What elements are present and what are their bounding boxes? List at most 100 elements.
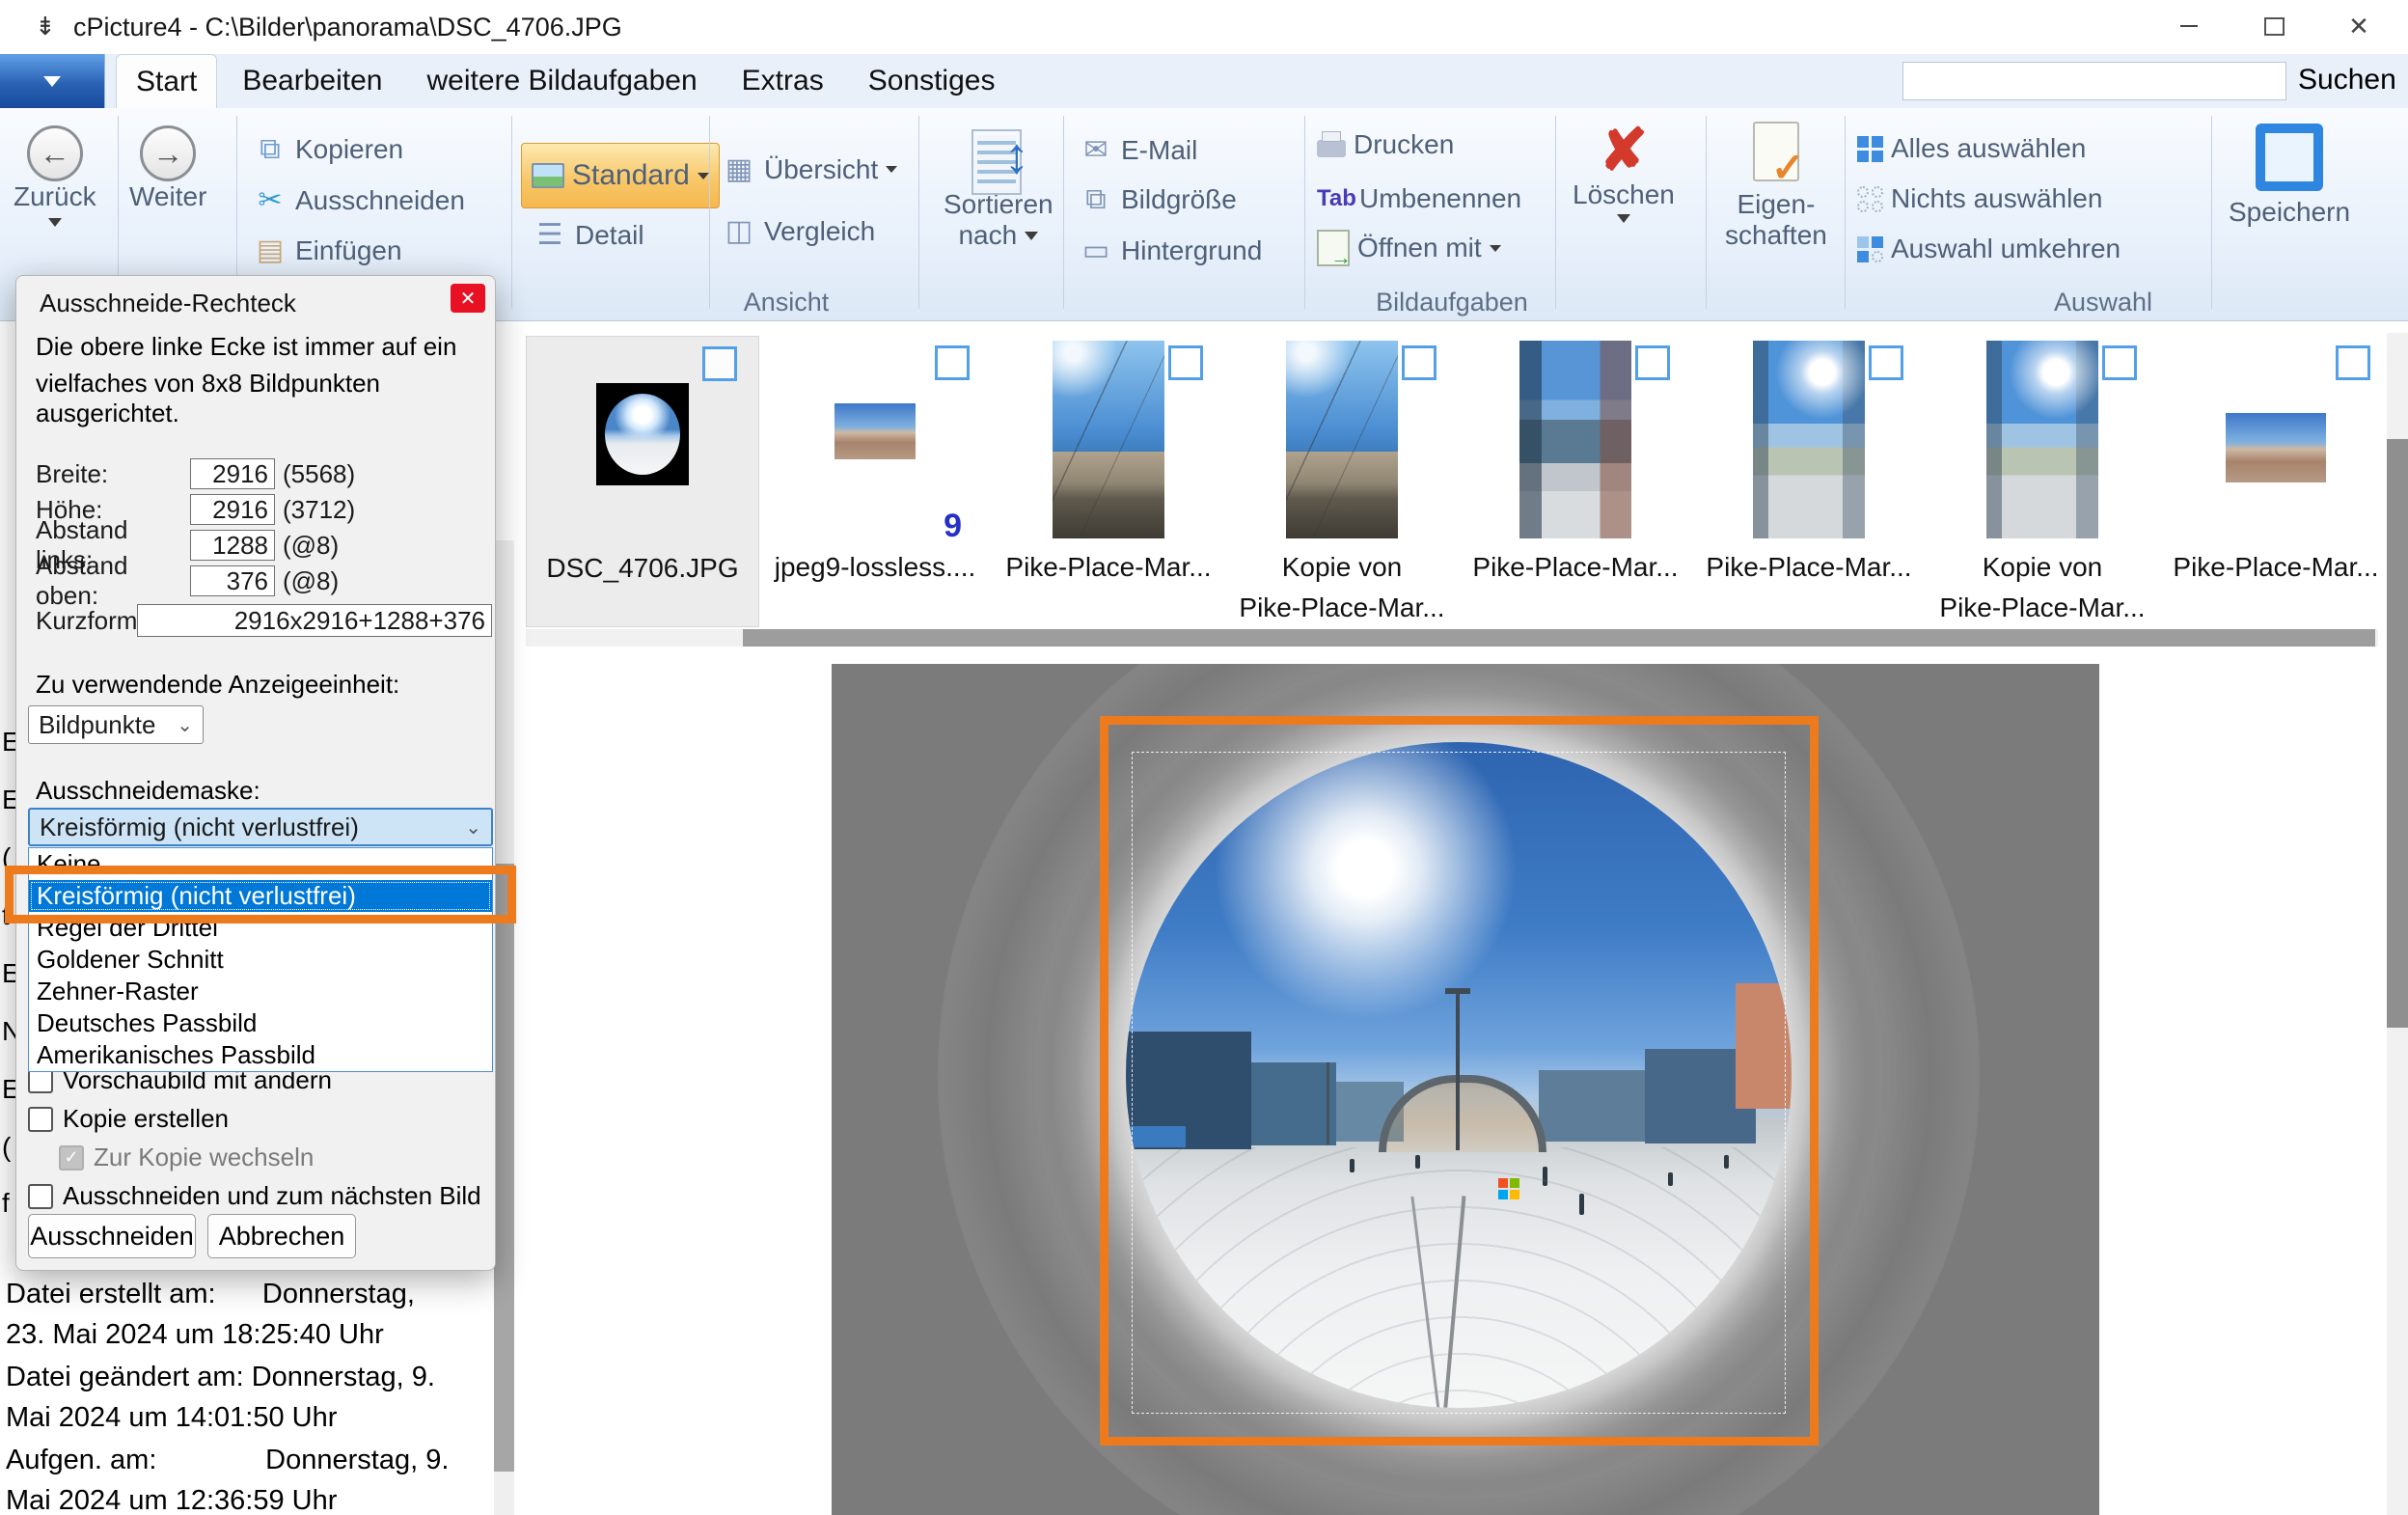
grid-icon: ▦: [722, 152, 756, 186]
open-with-button[interactable]: Öffnen mit: [1317, 230, 1501, 266]
checkbox-kopie-erstellen[interactable]: Kopie erstellen: [28, 1104, 229, 1134]
image-size-button[interactable]: ⧉ Bildgröße: [1079, 183, 1237, 216]
thumb-checkbox[interactable]: [1869, 345, 1903, 380]
option-amerikanisches-passbild[interactable]: Amerikanisches Passbild: [29, 1039, 492, 1071]
save-button[interactable]: Speichern: [2229, 124, 2350, 228]
highlight-annotation-rectangle: [5, 866, 516, 923]
thumbnail-pike-kopie-1[interactable]: Kopie von Pike-Place-Mar...: [1226, 336, 1458, 625]
thumbnail-pike-3[interactable]: Pike-Place-Mar...: [1693, 336, 1925, 625]
thumbnail-pike-kopie-2[interactable]: Kopie von Pike-Place-Mar...: [1927, 336, 2158, 625]
ausschneiden-button[interactable]: Ausschneiden: [28, 1214, 196, 1258]
abstand-oben-input[interactable]: 376: [190, 565, 275, 596]
horizontal-scrollbar[interactable]: [526, 629, 2378, 647]
mask-dropdown[interactable]: Kreisförmig (nicht verlustfrei) ⌄: [28, 808, 493, 846]
thumbnail-pike-4[interactable]: Pike-Place-Mar...: [2160, 336, 2392, 625]
close-button[interactable]: ✕: [2337, 6, 2381, 46]
unit-value: Bildpunkte: [39, 710, 155, 740]
paste-button[interactable]: ▤ Einfügen: [253, 234, 402, 267]
separator: [1706, 116, 1707, 309]
scrollbar-thumb[interactable]: [494, 864, 514, 1472]
thumb-checkbox[interactable]: [1635, 345, 1670, 380]
checkbox-zur-kopie-wechseln[interactable]: ✓ Zur Kopie wechseln: [59, 1143, 314, 1172]
delete-label: Löschen: [1573, 179, 1675, 210]
cut-button[interactable]: ✂ Ausschneiden: [253, 183, 465, 217]
scissors-icon: ✂: [253, 183, 287, 217]
kurzform-input[interactable]: 2916x2916+1288+376: [137, 604, 492, 637]
app-icon: ⇟: [35, 12, 56, 41]
thumb-image-street: [1986, 341, 2098, 538]
rename-button[interactable]: Tab Umbenennen: [1317, 183, 1521, 214]
compare-button[interactable]: ◫ Vergleich: [722, 214, 875, 248]
standard-label: Standard: [572, 159, 690, 192]
thumbnail-dsc4706[interactable]: DSC_4706.JPG: [526, 336, 759, 627]
preview-canvas[interactable]: [832, 664, 2099, 1515]
tab-extras[interactable]: Extras: [723, 54, 843, 108]
tab-weitere-bildaufgaben[interactable]: weitere Bildaufgaben: [407, 54, 716, 108]
search-label[interactable]: Suchen: [2298, 64, 2396, 96]
thumb-image-panorama: [835, 403, 916, 459]
select-all-button[interactable]: Alles auswählen: [1857, 133, 2086, 164]
delete-button[interactable]: ✘ Löschen: [1573, 122, 1675, 223]
print-label: Drucken: [1354, 129, 1454, 160]
unit-dropdown[interactable]: Bildpunkte ⌄: [28, 705, 204, 744]
select-none-label: Nichts auswählen: [1891, 183, 2102, 214]
tab-bearbeiten[interactable]: Bearbeiten: [223, 54, 401, 108]
sort-by-button[interactable]: ↕ Sortieren nach: [944, 127, 1054, 251]
checkbox-naechstes-bild[interactable]: Ausschneiden und zum nächsten Bild: [28, 1181, 481, 1211]
tab-sonstiges[interactable]: Sonstiges: [849, 54, 1015, 108]
thumbnail-pike-2[interactable]: Pike-Place-Mar...: [1460, 336, 1691, 625]
thumb-label-line2: Pike-Place-Mar...: [1921, 592, 2164, 623]
overview-button[interactable]: ▦ Übersicht: [722, 152, 897, 186]
thumbnail-jpeg9[interactable]: 9 jpeg9-lossless....: [759, 336, 991, 625]
overview-label: Übersicht: [764, 154, 878, 185]
properties-label-line1: Eigen-: [1737, 189, 1815, 220]
dialog-note-line1: Die obere linke Ecke ist immer auf ein: [36, 332, 456, 362]
sort-label-line2: nach: [958, 220, 1017, 251]
thumb-checkbox[interactable]: [1168, 345, 1203, 380]
properties-button[interactable]: Eigen- schaften: [1725, 122, 1827, 251]
standard-view-button[interactable]: Standard: [521, 143, 720, 208]
resize-icon: ⧉: [1079, 183, 1113, 216]
search-input[interactable]: [1902, 62, 2286, 100]
select-none-button[interactable]: Nichts auswählen: [1857, 183, 2102, 214]
email-button[interactable]: ✉ E-Mail: [1079, 133, 1197, 167]
cpicture-window: ⇟ cPicture4 - C:\Bilder\panorama\DSC_470…: [0, 0, 2408, 1515]
thumb-image-market: [1053, 341, 1164, 538]
thumb-checkbox[interactable]: [2102, 345, 2137, 380]
print-button[interactable]: Drucken: [1317, 129, 1454, 160]
chevron-down-icon: [1617, 214, 1630, 223]
field-suffix: (@8): [283, 566, 339, 596]
app-menu-button[interactable]: [0, 54, 105, 108]
thumb-checkbox[interactable]: [702, 346, 737, 381]
scrollbar-thumb[interactable]: [743, 629, 2375, 647]
copy-button[interactable]: ⧉ Kopieren: [253, 133, 403, 166]
thumb-checkbox[interactable]: [1402, 345, 1437, 380]
abstand-links-input[interactable]: 1288: [190, 530, 275, 561]
info-panel-scrollbar[interactable]: [494, 540, 514, 1515]
vertical-scrollbar[interactable]: [2387, 333, 2408, 1515]
restore-button[interactable]: [2252, 6, 2296, 46]
thumbnail-pike-1[interactable]: Pike-Place-Mar...: [993, 336, 1224, 625]
hoehe-input[interactable]: 2916: [190, 494, 275, 525]
option-deutsches-passbild[interactable]: Deutsches Passbild: [29, 1007, 492, 1039]
option-zehner-raster[interactable]: Zehner-Raster: [29, 976, 492, 1007]
option-goldener-schnitt[interactable]: Goldener Schnitt: [29, 944, 492, 976]
minimize-button[interactable]: [2167, 6, 2211, 46]
background-button[interactable]: ▭ Hintergrund: [1079, 234, 1262, 267]
thumb-checkbox[interactable]: [2336, 345, 2370, 380]
background-label: Hintergrund: [1121, 235, 1262, 266]
back-button[interactable]: ← Zurück: [14, 125, 96, 227]
invert-selection-button[interactable]: Auswahl umkehren: [1857, 234, 2121, 264]
dialog-close-button[interactable]: ✕: [451, 284, 485, 313]
thumb-checkbox[interactable]: [935, 345, 970, 380]
forward-button[interactable]: → Weiter: [129, 125, 206, 212]
chevron-down-icon: ⌄: [177, 713, 193, 737]
tab-start[interactable]: Start: [116, 54, 217, 108]
abbrechen-button[interactable]: Abbrechen: [207, 1214, 356, 1258]
field-label: Breite:: [36, 459, 190, 489]
chevron-down-icon: [698, 173, 709, 179]
detail-view-button[interactable]: ☰ Detail: [533, 218, 644, 252]
chevron-down-icon: [1025, 232, 1038, 240]
scrollbar-thumb[interactable]: [2387, 439, 2408, 1028]
breite-input[interactable]: 2916: [190, 458, 275, 489]
